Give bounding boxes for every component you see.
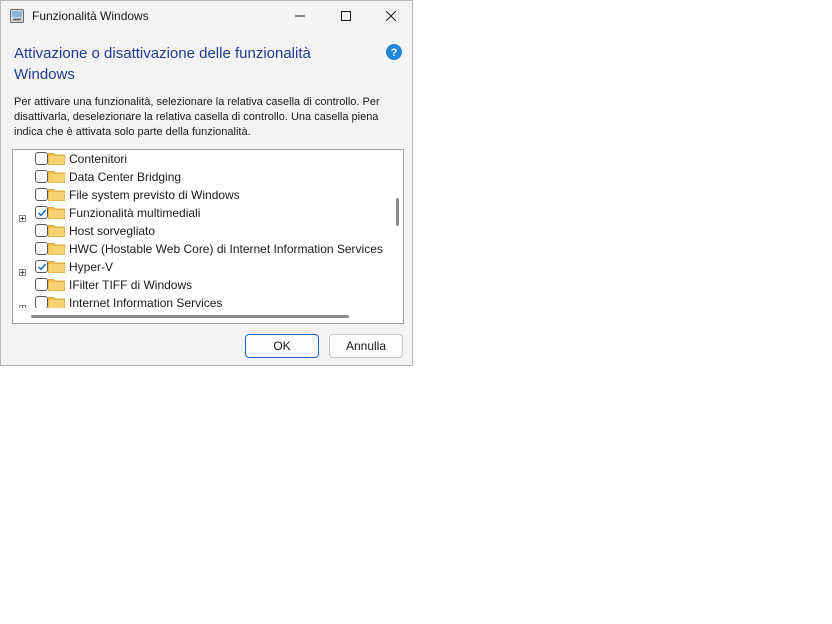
expand-plus-icon[interactable] xyxy=(19,263,26,276)
feature-checkbox[interactable] xyxy=(35,170,48,183)
feature-label: Hyper-V xyxy=(69,260,114,274)
minimize-icon xyxy=(295,15,305,17)
feature-checkbox[interactable] xyxy=(35,278,48,291)
feature-label: HWC (Hostable Web Core) di Internet Info… xyxy=(69,242,383,256)
close-icon xyxy=(386,11,396,21)
tree-row[interactable]: HWC (Hostable Web Core) di Internet Info… xyxy=(13,240,388,258)
vertical-scrollbar[interactable] xyxy=(396,198,399,226)
feature-label: Funzionalità multimediali xyxy=(69,206,201,220)
folder-icon xyxy=(48,152,65,165)
tree-row[interactable]: Contenitori xyxy=(13,150,388,168)
feature-label: Host sorvegliato xyxy=(69,224,156,238)
expand-plus-icon[interactable] xyxy=(19,209,26,222)
folder-icon xyxy=(48,224,65,237)
horizontal-scrollbar[interactable] xyxy=(31,315,349,318)
expand-plus-icon[interactable] xyxy=(19,299,26,308)
tree-row[interactable]: Internet Information Services xyxy=(13,294,388,308)
minimize-button[interactable] xyxy=(277,1,323,31)
control-panel-icon xyxy=(10,9,24,23)
feature-checkbox[interactable] xyxy=(35,260,48,273)
feature-checkbox[interactable] xyxy=(35,188,48,201)
tree-row[interactable]: Host sorvegliato xyxy=(13,222,388,240)
feature-label: IFilter TIFF di Windows xyxy=(69,278,193,292)
folder-icon xyxy=(48,206,65,219)
folder-icon xyxy=(48,170,65,183)
feature-label: Contenitori xyxy=(69,152,128,166)
ok-button[interactable]: OK xyxy=(245,334,319,358)
check-icon xyxy=(38,209,47,217)
feature-checkbox[interactable] xyxy=(35,296,48,308)
folder-icon xyxy=(48,278,65,291)
tree-row[interactable]: IFilter TIFF di Windows xyxy=(13,276,388,294)
feature-checkbox[interactable] xyxy=(35,224,48,237)
tree-row[interactable]: Funzionalità multimediali xyxy=(13,204,388,222)
feature-label: Internet Information Services xyxy=(69,296,223,308)
feature-checkbox[interactable] xyxy=(35,206,48,219)
cancel-button[interactable]: Annulla xyxy=(329,334,403,358)
dialog-heading: Attivazione o disattivazione delle funzi… xyxy=(14,45,311,83)
dialog-description: Per attivare una funzionalità, seleziona… xyxy=(14,96,380,138)
svg-text:?: ? xyxy=(391,47,398,59)
feature-label: File system previsto di Windows xyxy=(69,188,240,202)
features-tree[interactable]: Contenitori Data Center Bridging File sy… xyxy=(12,149,404,324)
folder-icon xyxy=(48,260,65,273)
features-list: Contenitori Data Center Bridging File sy… xyxy=(13,150,388,308)
close-button[interactable] xyxy=(368,1,414,31)
windows-features-dialog: Funzionalità Windows Attivazione o disat… xyxy=(0,0,413,366)
maximize-button[interactable] xyxy=(323,1,369,31)
feature-label: Data Center Bridging xyxy=(69,170,182,184)
folder-icon xyxy=(48,296,65,308)
tree-row[interactable]: Hyper-V xyxy=(13,258,388,276)
tree-row[interactable]: File system previsto di Windows xyxy=(13,186,388,204)
help-icon[interactable]: ? xyxy=(386,44,402,60)
folder-icon xyxy=(48,188,65,201)
tree-row[interactable]: Data Center Bridging xyxy=(13,168,388,186)
feature-checkbox[interactable] xyxy=(35,242,48,255)
maximize-icon xyxy=(341,11,351,21)
feature-checkbox[interactable] xyxy=(35,152,48,165)
window-title: Funzionalità Windows xyxy=(32,9,149,23)
folder-icon xyxy=(48,242,65,255)
title-bar[interactable]: Funzionalità Windows xyxy=(1,1,412,31)
check-icon xyxy=(38,263,47,271)
